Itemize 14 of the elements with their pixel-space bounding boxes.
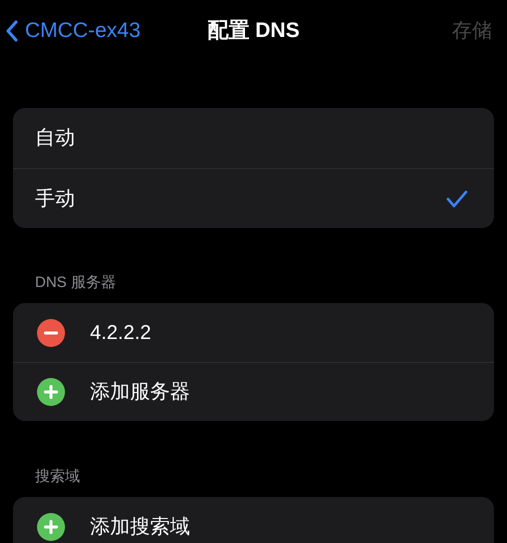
section-header: DNS 服务器 [34, 273, 117, 293]
row-label[interactable]: 4.2.2.2 [90, 318, 152, 348]
mode-option[interactable]: 自动 [13, 108, 494, 168]
checkmark-icon [446, 190, 468, 208]
row-label[interactable]: 添加服务器 [90, 377, 190, 407]
chevron-left-icon [5, 20, 19, 42]
add-icon[interactable] [37, 378, 65, 406]
back-button[interactable]: CMCC-ex43 [5, 15, 141, 47]
add-icon[interactable] [37, 512, 65, 540]
section-header: 搜索域 [34, 467, 81, 487]
row-label[interactable]: 添加搜索域 [90, 512, 190, 542]
page-title: 配置 DNS [207, 18, 300, 44]
mode-option[interactable]: 手动 [13, 168, 494, 228]
remove-icon[interactable] [37, 318, 65, 346]
